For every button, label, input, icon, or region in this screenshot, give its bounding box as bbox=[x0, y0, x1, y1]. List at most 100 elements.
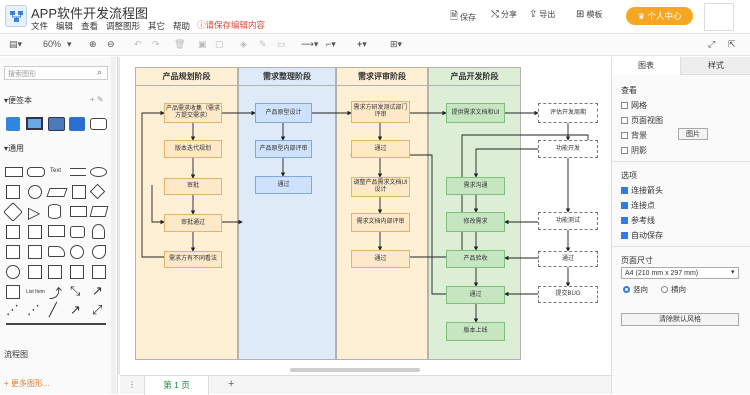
rounded-rect-shape-icon[interactable] bbox=[90, 118, 107, 130]
cylinder-shape-icon[interactable] bbox=[48, 204, 61, 219]
shadow-icon[interactable]: ▭ bbox=[277, 39, 286, 50]
pageview-checkbox[interactable]: 页面视图 bbox=[621, 115, 663, 126]
parallelogram-shape-icon[interactable] bbox=[46, 188, 68, 197]
background-checkbox[interactable]: 背景 bbox=[621, 130, 647, 141]
image-shape-icon[interactable] bbox=[6, 117, 20, 131]
undo-icon[interactable]: ↶ bbox=[134, 39, 142, 50]
delay-shape-icon[interactable] bbox=[28, 265, 42, 279]
node-collect-requirements[interactable]: 产品需求收集（需求方提交需求） bbox=[164, 103, 222, 123]
export-button[interactable]: ⇪ 导出 bbox=[529, 9, 555, 20]
node-product-acceptance[interactable]: 产品验收 bbox=[446, 250, 505, 268]
panel-toggle-icon[interactable]: ▤▾ bbox=[9, 39, 22, 50]
node-passed[interactable]: 通过 bbox=[538, 251, 598, 267]
server-shape-icon[interactable] bbox=[69, 117, 85, 131]
node-passed[interactable]: 通过 bbox=[255, 176, 312, 194]
node-passed[interactable]: 通过 bbox=[446, 286, 505, 304]
triangle-shape-icon[interactable]: ▷ bbox=[28, 203, 40, 223]
callout-shape-icon[interactable] bbox=[92, 224, 105, 239]
node-modify-requirement[interactable]: 修改需求 bbox=[446, 212, 505, 232]
node-requirement-communication[interactable]: 需求沟通 bbox=[446, 177, 505, 195]
step-shape-icon[interactable] bbox=[70, 226, 85, 238]
node-passed[interactable]: 通过 bbox=[351, 250, 410, 268]
waypoint-icon[interactable]: ⌐▾ bbox=[326, 39, 336, 50]
monitor-shape-icon[interactable] bbox=[26, 117, 43, 130]
fullscreen-icon[interactable]: ⤢ bbox=[708, 39, 715, 50]
circle-shape-icon[interactable] bbox=[28, 185, 42, 199]
internal-storage-shape-icon[interactable] bbox=[28, 225, 42, 239]
diagram-canvas[interactable]: 产品规划阶段 需求整理阶段 需求评审阶段 产品开发阶段 产品需求收集（需求方提交… bbox=[120, 57, 611, 375]
list-shape-icon[interactable] bbox=[6, 285, 20, 299]
grid-shape-icon[interactable] bbox=[48, 265, 62, 279]
tape-shape-icon[interactable] bbox=[89, 206, 109, 217]
node-different-opinion[interactable]: 需求方有不同看法 bbox=[164, 251, 222, 268]
node-provide-doc-ui[interactable]: 提供需求文档和UI bbox=[446, 103, 505, 123]
note-shape-icon[interactable] bbox=[6, 225, 20, 239]
node-submit-bug[interactable]: 提交BUG bbox=[538, 286, 598, 303]
node-approved[interactable]: 审批通过 bbox=[164, 214, 222, 232]
connection-arrow-checkbox[interactable]: 连接箭头 bbox=[621, 185, 663, 196]
text-shape-icon[interactable]: Text bbox=[50, 168, 61, 174]
document-shape-icon[interactable] bbox=[48, 225, 65, 237]
search-input[interactable]: 搜索图形 bbox=[4, 66, 108, 80]
autosave-checkbox[interactable]: 自动保存 bbox=[621, 230, 663, 241]
actor-shape-icon[interactable] bbox=[6, 265, 20, 279]
menu-edit[interactable]: 编辑 bbox=[56, 20, 73, 32]
page-menu-icon[interactable]: ⋮ bbox=[128, 380, 136, 389]
stored-data-shape-icon[interactable] bbox=[70, 265, 84, 279]
node-approval[interactable]: 审批 bbox=[164, 178, 222, 195]
collapse-icon[interactable]: ⇱ bbox=[728, 39, 736, 50]
shadow-checkbox[interactable]: 阴影 bbox=[621, 145, 647, 156]
list-item-shape-icon[interactable]: List Item bbox=[26, 289, 45, 295]
add-edit-icon[interactable]: + ✎ bbox=[90, 95, 104, 104]
node-prototype-review[interactable]: 产品原型内部评审 bbox=[255, 140, 312, 158]
user-center-button[interactable]: ♛ 个人中心 bbox=[626, 7, 693, 25]
connector-shape-icon[interactable] bbox=[6, 323, 106, 327]
zoom-select[interactable]: 60% bbox=[43, 39, 61, 49]
node-adjust-doc-ui[interactable]: 调整产品需求文档UI设计 bbox=[351, 177, 410, 197]
node-estimate-cycle[interactable]: 评估开发周期 bbox=[538, 103, 598, 123]
double-arrow-shape-icon[interactable]: ⤢ bbox=[92, 302, 102, 318]
add-page-icon[interactable]: + bbox=[228, 378, 234, 390]
hexagon-shape-icon[interactable] bbox=[72, 185, 86, 199]
avatar[interactable] bbox=[704, 3, 734, 31]
node-prototype-design[interactable]: 产品原型设计 bbox=[255, 103, 312, 123]
more-shapes-link[interactable]: + 更多图形... bbox=[4, 378, 50, 389]
network-shape-icon[interactable] bbox=[48, 117, 65, 131]
connector-style-icon[interactable]: ⟶▾ bbox=[301, 39, 318, 50]
menu-file[interactable]: 文件 bbox=[31, 20, 48, 32]
section-flowchart[interactable]: 流程图 bbox=[4, 349, 28, 360]
node-version-plan[interactable]: 版本迭代规划 bbox=[164, 140, 222, 158]
zoom-out-icon[interactable]: ⊖ bbox=[107, 39, 115, 50]
insert-icon[interactable]: +▾ bbox=[357, 39, 367, 50]
dotted-line-shape-icon[interactable]: ⋰ bbox=[27, 302, 40, 318]
diamond-shape-icon[interactable] bbox=[89, 183, 106, 200]
line-shape-icon[interactable]: ╱ bbox=[49, 302, 57, 318]
card-shape-icon[interactable] bbox=[70, 206, 87, 217]
to-back-icon[interactable]: ▢ bbox=[215, 39, 224, 50]
template-button[interactable]: ⊞ 模板 bbox=[576, 9, 602, 20]
cross-circle-shape-icon[interactable] bbox=[70, 245, 84, 259]
to-front-icon[interactable]: ▣ bbox=[198, 39, 207, 50]
landscape-radio[interactable]: 横向 bbox=[661, 284, 686, 295]
table-icon[interactable]: ⊞▾ bbox=[390, 39, 402, 50]
dashed-line-shape-icon[interactable]: ⋰ bbox=[6, 302, 19, 318]
reset-style-button[interactable]: 清除默认风格 bbox=[621, 313, 739, 326]
tab-style[interactable]: 样式 bbox=[680, 57, 750, 75]
rounded-rectangle-shape-icon[interactable] bbox=[27, 167, 45, 177]
bidirectional-arrow-shape-icon[interactable]: ⤡ bbox=[70, 283, 80, 299]
menu-adjust-shape[interactable]: 调整图形 bbox=[106, 20, 140, 32]
node-doc-internal-review[interactable]: 需求文档内部评审 bbox=[351, 213, 410, 232]
fill-color-icon[interactable]: ◈ bbox=[240, 39, 247, 50]
or-shape-icon[interactable] bbox=[48, 246, 65, 257]
node-feature-development[interactable]: 功能开发 bbox=[538, 140, 598, 158]
horizontal-scrollbar[interactable] bbox=[290, 368, 420, 372]
menu-other[interactable]: 其它 bbox=[148, 20, 165, 32]
node-feature-testing[interactable]: 功能测试 bbox=[538, 212, 598, 230]
ellipse-shape-icon[interactable] bbox=[90, 167, 107, 177]
scrollbar[interactable] bbox=[111, 57, 116, 394]
paper-size-select[interactable]: A4 (210 mm x 297 mm) bbox=[621, 267, 739, 279]
menu-view[interactable]: 查看 bbox=[81, 20, 98, 32]
line-color-icon[interactable]: ✎ bbox=[259, 39, 267, 50]
grid-checkbox[interactable]: 网格 bbox=[621, 100, 647, 111]
rhombus-shape-icon[interactable] bbox=[3, 202, 23, 222]
